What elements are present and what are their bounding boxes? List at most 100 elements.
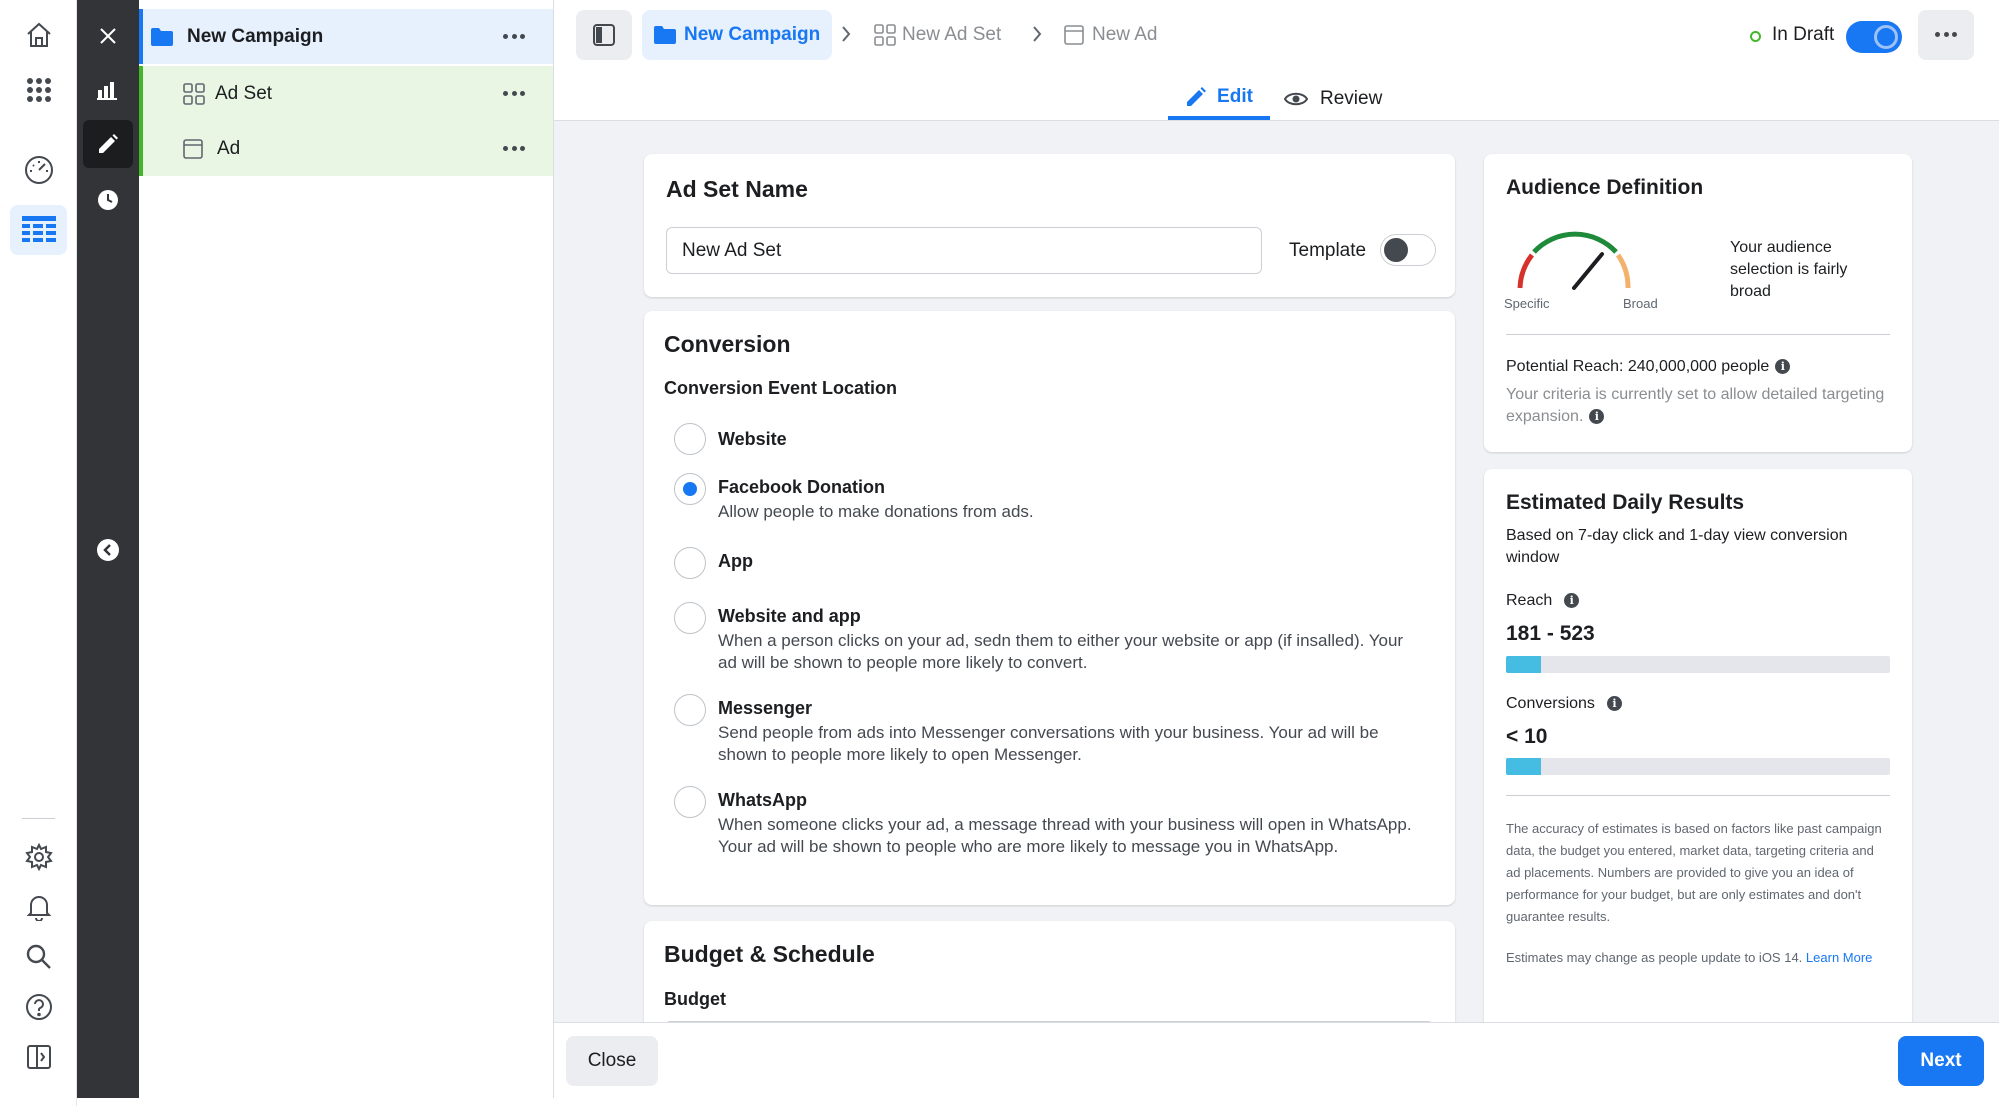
audience-breadth-text: Your audience selection is fairly broad — [1730, 239, 1848, 300]
side-panel-icon[interactable] — [10, 1032, 67, 1082]
folder-icon — [151, 27, 173, 46]
audience-title: Audience Definition — [1506, 176, 1704, 199]
collapse-chevron-left-icon[interactable] — [83, 526, 133, 574]
tree-ad-label: Ad — [217, 137, 241, 159]
conversions-bar — [1506, 758, 1890, 775]
option-title: Website — [718, 429, 787, 449]
tree-campaign-label: New Campaign — [187, 25, 324, 47]
learn-more-link[interactable]: Learn More — [1806, 950, 1872, 965]
adset-name-card: Ad Set Name New Ad Set Template — [644, 154, 1455, 297]
tab-review-label: Review — [1320, 88, 1383, 109]
tree-item-ad[interactable]: Ad — [139, 121, 553, 176]
search-icon[interactable] — [10, 932, 67, 982]
info-icon[interactable]: i — [1564, 593, 1580, 609]
eye-icon — [1284, 92, 1308, 106]
editor-tool-column — [77, 0, 139, 1098]
tree-item-campaign[interactable]: New Campaign — [139, 9, 553, 64]
breadcrumb-ad-label: New Ad — [1092, 24, 1158, 45]
info-icon[interactable]: i — [1775, 359, 1791, 375]
campaign-tree-panel: New Campaign Ad Set Ad — [139, 0, 554, 1098]
option-description: When a person clicks on your ad, sedn th… — [718, 631, 1404, 672]
editor-header: New Campaign New Ad Set New Ad In Draft … — [554, 0, 1999, 121]
divider — [1506, 334, 1890, 335]
bar-chart-icon[interactable] — [83, 66, 133, 114]
radio-website[interactable] — [674, 423, 706, 455]
reach-label-row: Reach i — [1506, 592, 1580, 610]
radio-website-and-app[interactable] — [674, 602, 706, 634]
budget-subtitle: Budget — [664, 989, 726, 1009]
audience-gauge — [1517, 231, 1631, 290]
conversions-value: < 10 — [1506, 725, 1548, 748]
conversions-label: Conversions — [1506, 695, 1595, 712]
panel-toggle-button[interactable] — [576, 10, 632, 60]
more-options-icon — [1935, 32, 1957, 38]
option-description: Send people from ads into Messenger conv… — [718, 723, 1379, 764]
draft-status-label: In Draft — [1772, 24, 1835, 45]
settings-gear-icon[interactable] — [10, 832, 67, 882]
more-options-icon[interactable] — [503, 33, 525, 40]
more-options-icon[interactable] — [503, 145, 525, 152]
radio-whatsapp[interactable] — [674, 786, 706, 818]
option-description: Allow people to make donations from ads. — [718, 502, 1034, 521]
breadcrumb-adset-label: New Ad Set — [902, 24, 1002, 45]
header-more-button[interactable] — [1918, 10, 1974, 60]
conversion-option-app[interactable]: App — [674, 547, 1434, 581]
adset-name-input[interactable]: New Ad Set — [666, 227, 1262, 274]
ad-window-icon — [183, 138, 203, 159]
editor-main-area: Ad Set Name New Ad Set Template Conversi… — [554, 121, 1999, 1022]
apps-grid-icon[interactable] — [10, 65, 67, 115]
breadcrumb-campaign[interactable]: New Campaign — [642, 10, 833, 60]
option-title: WhatsApp — [718, 790, 807, 810]
home-icon[interactable] — [10, 10, 67, 60]
breadcrumb-ad[interactable]: New Ad — [1064, 10, 1157, 60]
radio-facebook-donation[interactable] — [674, 473, 706, 505]
tab-edit[interactable]: Edit — [1168, 78, 1270, 120]
conversion-option-website-and-app[interactable]: Website and app When a person clicks on … — [674, 602, 1434, 674]
help-icon[interactable] — [10, 982, 67, 1032]
chevron-right-icon — [1033, 26, 1042, 42]
dashboard-gauge-icon[interactable] — [10, 145, 67, 195]
estimates-title: Estimated Daily Results — [1506, 491, 1745, 514]
criteria-note-text: Your criteria is currently set to allow … — [1506, 386, 1885, 425]
ios-note-row: Estimates may change as people update to… — [1506, 947, 1890, 969]
close-button[interactable]: Close — [566, 1036, 658, 1086]
more-options-icon[interactable] — [503, 90, 525, 97]
divider — [1506, 795, 1890, 796]
conversion-subtitle: Conversion Event Location — [664, 378, 898, 398]
global-nav-rail — [0, 0, 77, 1106]
criteria-note-row: Your criteria is currently set to allow … — [1506, 384, 1890, 428]
conversion-option-whatsapp[interactable]: WhatsApp When someone clicks your ad, a … — [674, 786, 1434, 880]
option-title: Messenger — [718, 698, 813, 718]
notifications-bell-icon[interactable] — [10, 882, 67, 932]
radio-app[interactable] — [674, 547, 706, 579]
estimates-disclaimer: The accuracy of estimates is based on fa… — [1506, 821, 1882, 924]
ad-window-icon — [1064, 25, 1084, 45]
adset-name-title: Ad Set Name — [666, 176, 808, 202]
option-title: Website and app — [718, 606, 861, 626]
edit-pencil-icon[interactable] — [83, 120, 133, 168]
close-icon[interactable] — [83, 12, 133, 60]
option-title: App — [718, 551, 753, 571]
next-button[interactable]: Next — [1898, 1036, 1984, 1086]
potential-reach-row: Potential Reach: 240,000,000 people i — [1506, 358, 1791, 376]
publish-toggle[interactable] — [1846, 21, 1902, 53]
history-clock-icon[interactable] — [83, 176, 133, 224]
info-icon[interactable]: i — [1589, 409, 1605, 425]
radio-messenger[interactable] — [674, 694, 706, 726]
info-icon[interactable]: i — [1606, 696, 1622, 712]
audience-definition-card: Audience Definition Specific Broad Your … — [1484, 154, 1912, 452]
potential-reach-text: Potential Reach: 240,000,000 people — [1506, 358, 1770, 375]
sidebar-toggle-icon — [593, 24, 615, 46]
conversion-option-website[interactable]: Website — [674, 423, 1434, 457]
conversion-option-messenger[interactable]: Messenger Send people from ads into Mess… — [674, 694, 1434, 766]
breadcrumb-adset[interactable]: New Ad Set — [874, 10, 1001, 60]
conversions-bar-fill — [1506, 758, 1541, 775]
edit-pencil-icon — [1187, 87, 1207, 106]
tab-review[interactable]: Review — [1284, 78, 1382, 120]
tree-item-adset[interactable]: Ad Set — [139, 66, 553, 121]
ads-manager-table-icon[interactable] — [10, 205, 67, 255]
template-toggle[interactable] — [1380, 234, 1436, 266]
conversion-title: Conversion — [664, 331, 791, 357]
draft-status-dot — [1750, 31, 1761, 42]
conversion-option-facebook-donation[interactable]: Facebook Donation Allow people to make d… — [674, 473, 1434, 525]
